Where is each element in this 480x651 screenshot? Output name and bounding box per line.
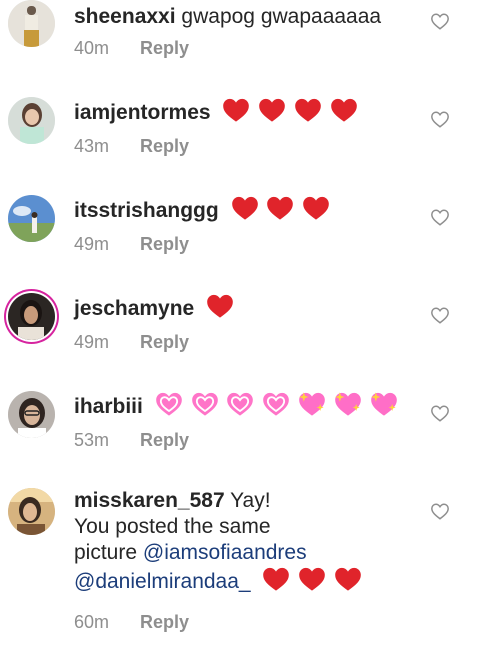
emoji-group	[204, 294, 234, 320]
avatar[interactable]	[8, 97, 55, 144]
beating-heart-emoji	[262, 391, 290, 417]
comment-text: misskaren_587 Yay! You posted the same p…	[74, 488, 432, 595]
comment-text: itsstrishanggg	[74, 195, 432, 224]
reply-button[interactable]: Reply	[140, 612, 189, 632]
heart-outline-icon[interactable]	[430, 404, 450, 422]
comment-meta: 40m Reply	[74, 38, 189, 59]
red-heart-emoji	[231, 195, 259, 221]
reply-button[interactable]: Reply	[140, 332, 189, 352]
timestamp: 43m	[74, 136, 110, 156]
comment-meta: 60m Reply	[74, 612, 189, 633]
mention-link[interactable]: @iamsofiaandres	[143, 541, 307, 564]
avatar[interactable]	[8, 391, 55, 438]
red-heart-emoji	[330, 97, 358, 123]
comment-message-line: Yay!	[230, 489, 271, 512]
reply-button[interactable]: Reply	[140, 430, 189, 450]
username[interactable]: sheenaxxi	[74, 5, 176, 28]
red-heart-emoji	[222, 97, 250, 123]
red-heart-emoji	[298, 566, 326, 592]
username[interactable]: jeschamyne	[74, 297, 194, 320]
sparkling-heart-emoji	[298, 391, 326, 417]
heart-outline-icon[interactable]	[430, 110, 450, 128]
heart-outline-icon[interactable]	[430, 208, 450, 226]
beating-heart-emoji	[155, 391, 183, 417]
username[interactable]: itsstrishanggg	[74, 199, 219, 222]
reply-button[interactable]: Reply	[140, 234, 189, 254]
comment-meta: 49m Reply	[74, 332, 189, 353]
comment-meta: 49m Reply	[74, 234, 189, 255]
comment-text: iamjentormes	[74, 97, 432, 126]
timestamp: 49m	[74, 332, 110, 352]
emoji-group	[153, 392, 398, 418]
comment-text: jeschamyne	[74, 293, 432, 322]
comment-message-line: You posted the same	[74, 515, 271, 538]
avatar[interactable]	[8, 195, 55, 242]
red-heart-emoji	[334, 566, 362, 592]
heart-outline-icon[interactable]	[430, 502, 450, 520]
red-heart-emoji	[302, 195, 330, 221]
mention-link[interactable]: @danielmirandaa_	[74, 570, 251, 593]
comment-text: iharbiii	[74, 391, 432, 420]
timestamp: 40m	[74, 38, 110, 58]
timestamp: 60m	[74, 612, 110, 632]
beating-heart-emoji	[191, 391, 219, 417]
username[interactable]: iharbiii	[74, 395, 143, 418]
avatar[interactable]	[8, 293, 55, 340]
username[interactable]: iamjentormes	[74, 101, 211, 124]
heart-outline-icon[interactable]	[430, 306, 450, 324]
sparkling-heart-emoji	[334, 391, 362, 417]
red-heart-emoji	[294, 97, 322, 123]
red-heart-emoji	[262, 566, 290, 592]
reply-button[interactable]: Reply	[140, 136, 189, 156]
emoji-group	[220, 98, 358, 124]
username[interactable]: misskaren_587	[74, 489, 225, 512]
emoji-group	[260, 567, 362, 593]
emoji-group	[229, 196, 331, 222]
timestamp: 49m	[74, 234, 110, 254]
red-heart-emoji	[206, 293, 234, 319]
heart-outline-icon[interactable]	[430, 12, 450, 30]
comment-message-line: picture	[74, 541, 143, 564]
sparkling-heart-emoji	[370, 391, 398, 417]
avatar[interactable]	[8, 488, 55, 535]
comment-meta: 53m Reply	[74, 430, 189, 451]
red-heart-emoji	[258, 97, 286, 123]
comment-meta: 43m Reply	[74, 136, 189, 157]
beating-heart-emoji	[226, 391, 254, 417]
comment-message: gwapog gwapaaaaaa	[181, 5, 382, 28]
comment-text: sheenaxxi gwapog gwapaaaaaa	[74, 4, 432, 30]
reply-button[interactable]: Reply	[140, 38, 189, 58]
timestamp: 53m	[74, 430, 110, 450]
red-heart-emoji	[266, 195, 294, 221]
avatar[interactable]	[8, 0, 55, 47]
